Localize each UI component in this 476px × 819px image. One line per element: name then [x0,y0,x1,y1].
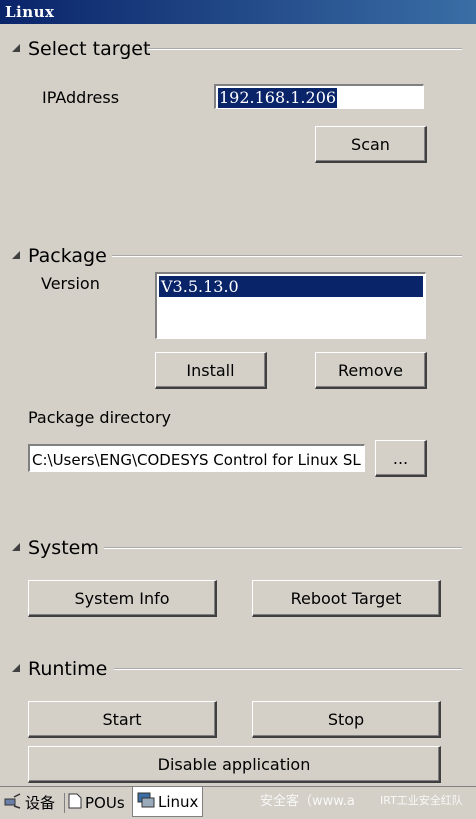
tab-label: Linux [158,792,199,811]
tab-linux[interactable]: Linux [132,787,204,817]
collapse-arrow-icon[interactable] [12,543,20,551]
tab-separator [64,793,65,813]
disable-application-button[interactable]: Disable application [28,746,441,783]
section-divider [114,668,462,670]
devices-icon [4,792,22,813]
window-title: Linux [5,3,55,21]
browse-button[interactable]: ... [375,440,427,477]
ip-address-value: 192.168.1.206 [218,88,338,108]
section-title: System [28,537,99,559]
window-titlebar: Linux [0,0,476,24]
version-list-item[interactable]: V3.5.13.0 [159,276,423,297]
section-divider [104,547,462,549]
pou-icon [68,793,82,813]
ip-address-input[interactable]: 192.168.1.206 [214,84,424,109]
remove-button[interactable]: Remove [315,352,427,389]
section-divider [112,255,462,257]
install-button[interactable]: Install [155,352,267,389]
section-title: Runtime [28,658,108,680]
reboot-target-button[interactable]: Reboot Target [252,580,441,617]
tab-label: POUs [85,793,125,812]
section-package[interactable]: Package [0,243,476,269]
ip-address-label: IPAddress [42,88,120,107]
watermark-left: 安全客（www.a [260,794,355,809]
section-title: Select target [28,38,151,60]
scan-button[interactable]: Scan [315,126,427,163]
section-divider [148,48,462,50]
collapse-arrow-icon[interactable] [12,251,20,259]
section-title: Package [28,245,107,267]
section-system[interactable]: System [0,535,476,561]
stop-button[interactable]: Stop [252,701,441,738]
version-label: Version [41,274,100,293]
tab-label: 设备 [25,794,56,812]
system-info-button[interactable]: System Info [28,580,217,617]
version-list[interactable]: V3.5.13.0 [155,272,426,339]
package-directory-value: C:\Users\ENG\CODESYS Control for Linux S… [32,451,361,469]
collapse-arrow-icon[interactable] [12,664,20,672]
section-select-target[interactable]: Select target [0,36,476,62]
watermark-right: IRT工业安全红队 [380,794,463,807]
collapse-arrow-icon[interactable] [12,44,20,52]
package-directory-label: Package directory [28,408,171,427]
linux-tab-icon [137,792,155,812]
section-runtime[interactable]: Runtime [0,656,476,682]
start-button[interactable]: Start [28,701,217,738]
package-directory-input[interactable]: C:\Users\ENG\CODESYS Control for Linux S… [28,444,365,472]
tab-devices[interactable]: 设备 [4,789,55,816]
tab-pous[interactable]: POUs [68,789,125,816]
